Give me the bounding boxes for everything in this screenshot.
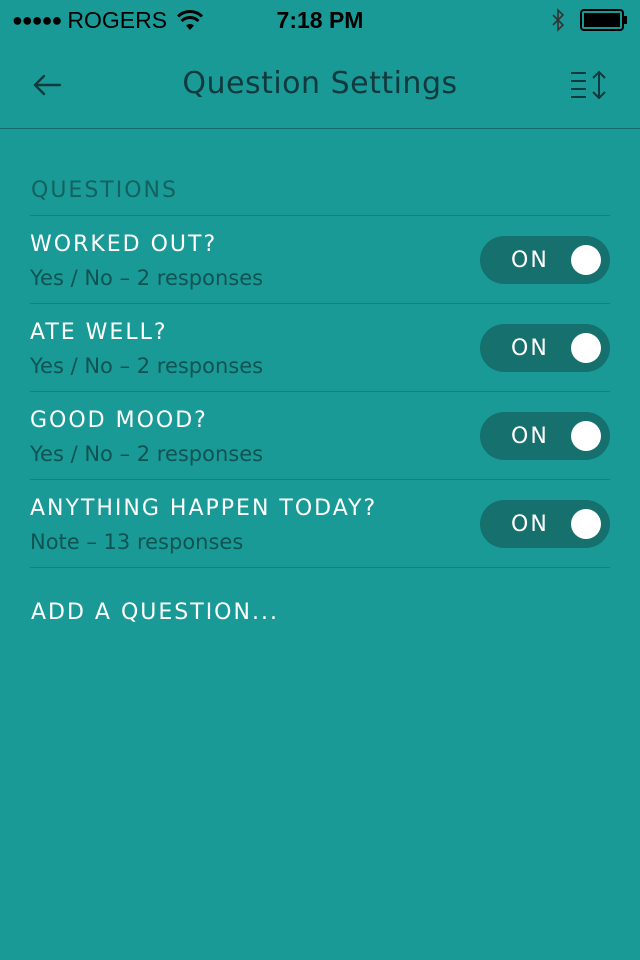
question-subtitle: Note – 13 responses: [30, 530, 244, 554]
question-row-good-mood[interactable]: GOOD MOOD? Yes / No – 2 responses ON: [30, 392, 610, 480]
page-title: Question Settings: [182, 66, 458, 101]
bluetooth-icon: [552, 8, 565, 32]
question-toggle[interactable]: ON: [480, 412, 610, 460]
question-row-anything-happen[interactable]: ANYTHING HAPPEN TODAY? Note – 13 respons…: [30, 480, 610, 568]
divider: [30, 567, 610, 568]
question-title: ANYTHING HAPPEN TODAY?: [30, 496, 378, 521]
toggle-knob: [571, 245, 601, 275]
question-subtitle: Yes / No – 2 responses: [30, 266, 264, 290]
question-subtitle: Yes / No – 2 responses: [30, 442, 264, 466]
question-row-worked-out[interactable]: WORKED OUT? Yes / No – 2 responses ON: [30, 216, 610, 304]
question-row-ate-well[interactable]: ATE WELL? Yes / No – 2 responses ON: [30, 304, 610, 392]
status-bar: ●●●●● ROGERS 7:18 PM: [0, 0, 640, 40]
toggle-knob: [571, 421, 601, 451]
toggle-label: ON: [511, 424, 549, 449]
toggle-knob: [571, 333, 601, 363]
status-right: [550, 8, 628, 32]
toggle-label: ON: [511, 336, 549, 361]
add-question-button[interactable]: ADD A QUESTION...: [31, 600, 279, 625]
reorder-icon[interactable]: [570, 70, 610, 100]
question-toggle[interactable]: ON: [480, 236, 610, 284]
question-title: WORKED OUT?: [30, 232, 218, 257]
question-subtitle: Yes / No – 2 responses: [30, 354, 264, 378]
question-toggle[interactable]: ON: [480, 324, 610, 372]
question-title: GOOD MOOD?: [30, 408, 208, 433]
toggle-label: ON: [511, 248, 549, 273]
status-time: 7:18 PM: [276, 7, 364, 33]
question-toggle[interactable]: ON: [480, 500, 610, 548]
battery-icon: [580, 9, 627, 31]
section-header: QUESTIONS: [31, 178, 178, 203]
question-title: ATE WELL?: [30, 320, 168, 345]
toggle-label: ON: [511, 512, 549, 537]
nav-bar: Question Settings: [0, 40, 640, 129]
toggle-knob: [571, 509, 601, 539]
